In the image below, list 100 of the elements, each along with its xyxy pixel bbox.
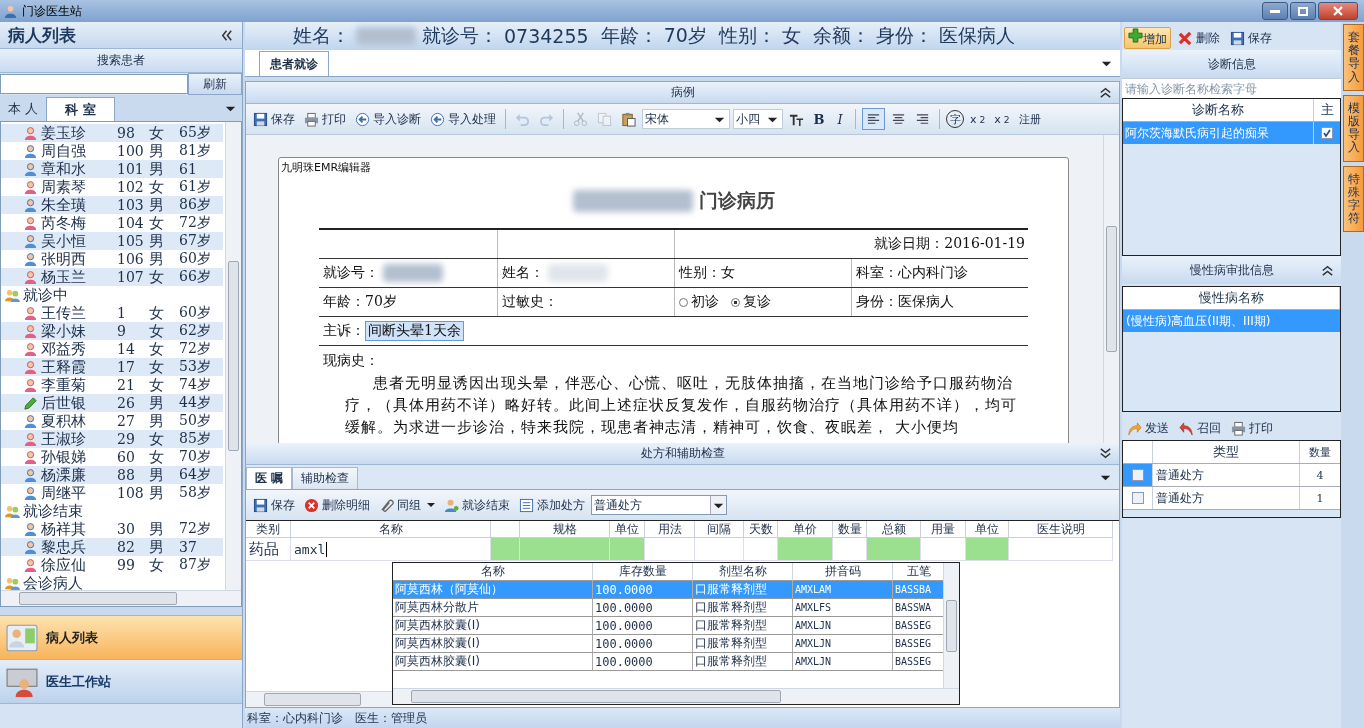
checkbox[interactable] (1131, 492, 1144, 504)
toolbar-button[interactable]: 打印 (301, 108, 349, 130)
patient-row[interactable]: 李重菊 21 女 74岁 (1, 376, 223, 394)
minimize-icon (1270, 9, 1280, 13)
align-button[interactable] (862, 108, 885, 130)
nav-button[interactable]: 医生工作站 (0, 660, 242, 704)
search-patients-button[interactable]: 搜索患者 (0, 48, 242, 73)
column-header[interactable]: 用法 (645, 521, 695, 538)
patient-row[interactable]: 后世银 26 男 44岁 (1, 394, 223, 412)
collapse-button[interactable] (219, 27, 234, 43)
patient-row[interactable]: 杨玉兰 107 女 66岁 (1, 268, 223, 286)
toolbar-button[interactable]: 删除明细 (301, 494, 373, 516)
toolbar-button[interactable]: 导入处理 (427, 108, 499, 130)
toolbar-button[interactable]: 增加 (1124, 27, 1171, 49)
side-tab[interactable]: 套餐导入 (1343, 24, 1364, 91)
patient-row[interactable]: 周素琴 102 女 61岁 (1, 178, 223, 196)
patient-row[interactable]: 黎忠兵 82 男 37 (1, 538, 223, 556)
patient-row[interactable]: 芮冬梅 104 女 72岁 (1, 214, 223, 232)
minimize-button[interactable] (1262, 2, 1288, 20)
side-tab[interactable]: 特殊字符 (1343, 165, 1364, 233)
toolbar-button[interactable]: 就诊结束 (441, 494, 513, 516)
nav-button[interactable]: 病人列表 (0, 616, 242, 660)
patient-row[interactable]: 王传兰 1 女 60岁 (1, 304, 223, 322)
column-header[interactable]: 数量 (1300, 441, 1340, 463)
format-button[interactable]: I (831, 108, 849, 130)
format-button[interactable]: B (810, 108, 828, 130)
collapse-button[interactable] (1098, 85, 1113, 100)
tab[interactable]: 科 室 (46, 97, 115, 121)
diagnosis-search-field[interactable]: 请输入诊断名称检索字母 (1122, 78, 1341, 98)
patient-row[interactable]: 周自强 100 男 81岁 (1, 142, 223, 160)
close-button[interactable] (1318, 2, 1358, 20)
horizontal-scrollbar[interactable] (393, 688, 959, 704)
toolbar-button[interactable]: 保存 (250, 494, 298, 516)
toolbar-button[interactable]: 召回 (1176, 417, 1224, 439)
toolbar-button[interactable]: 发送 (1124, 417, 1172, 439)
toolbar-button[interactable]: 打印 (1228, 417, 1276, 439)
side-tab[interactable]: 模版导入 (1343, 94, 1364, 162)
toolbar-button[interactable]: 删除 (1175, 27, 1223, 49)
patient-row[interactable]: 孙银娣 60 女 70岁 (1, 448, 223, 466)
tab[interactable]: 辅助检查 (292, 467, 359, 489)
toolbar-button[interactable]: 注册 (1015, 108, 1044, 130)
horizontal-scrollbar[interactable] (246, 691, 392, 707)
column-header[interactable]: 名称 (291, 521, 491, 538)
column-header[interactable]: 间隔 (695, 521, 744, 538)
patient-age: 60岁 (179, 304, 212, 322)
patient-row[interactable]: 张明西 106 男 60岁 (1, 250, 223, 268)
tab[interactable]: 患者就诊 (259, 51, 329, 76)
vertical-scrollbar[interactable] (225, 122, 241, 590)
column-header[interactable]: 医生说明 (1009, 521, 1113, 538)
toolbar-button[interactable]: 导入诊断 (352, 108, 424, 130)
refresh-button[interactable]: 刷新 (188, 73, 242, 95)
patient-row[interactable]: 夏积林 27 男 50岁 (1, 412, 223, 430)
font-dropdown[interactable]: 宋体 (642, 109, 730, 129)
toolbar-button[interactable]: 同组 (376, 494, 438, 516)
vertical-scrollbar[interactable] (1103, 135, 1119, 443)
patient-row[interactable]: 王释霞 17 女 53岁 (1, 358, 223, 376)
patient-row[interactable]: 周继平 108 男 58岁 (1, 484, 223, 502)
column-header[interactable]: 类型 (1153, 441, 1300, 463)
column-header[interactable]: 诊断名称 (1123, 99, 1314, 121)
collapse-button[interactable] (1320, 263, 1335, 278)
vertical-scrollbar[interactable] (943, 563, 959, 688)
search-field[interactable] (0, 74, 188, 94)
checkbox[interactable] (1131, 469, 1144, 481)
toolbar-button[interactable]: 添加处方 (516, 494, 588, 516)
patient-row[interactable]: 朱全璜 103 男 86岁 (1, 196, 223, 214)
column-header[interactable]: 类别 (246, 521, 291, 538)
tree-group[interactable]: 就诊中 (1, 286, 225, 304)
column-header[interactable]: 慢性病名称 (1123, 287, 1340, 309)
checkbox[interactable] (1321, 127, 1333, 139)
patient-row[interactable]: 邓益秀 14 女 72岁 (1, 340, 223, 358)
tree-group[interactable]: 就诊结束 (1, 502, 225, 520)
tab[interactable]: 医 嘱 (246, 467, 293, 489)
patient-row[interactable]: 吴小恒 105 男 67岁 (1, 232, 223, 250)
tab[interactable]: 本 人 (0, 97, 47, 121)
maximize-button[interactable] (1290, 2, 1316, 20)
column-header[interactable]: 用量 (921, 521, 966, 538)
column-header[interactable]: 数量 (833, 521, 867, 538)
patient-row[interactable]: 杨祥其 30 男 72岁 (1, 520, 223, 538)
splitter-grip[interactable] (0, 607, 242, 616)
horizontal-scrollbar[interactable] (1, 590, 241, 606)
column-header[interactable]: 天数 (744, 521, 778, 538)
tree-group[interactable]: 会诊病人 (1, 574, 225, 590)
table-cell[interactable]: amxl (291, 538, 491, 561)
patient-row[interactable]: 王淑珍 29 女 85岁 (1, 430, 223, 448)
patient-row[interactable]: 杨溧廉 88 男 64岁 (1, 466, 223, 484)
patient-row[interactable]: 章和水 101 男 61 (1, 160, 223, 178)
patient-row[interactable]: 徐应仙 99 女 87岁 (1, 556, 223, 574)
patient-row[interactable]: 梁小妹 9 女 62岁 (1, 322, 223, 340)
row-selector[interactable] (1123, 464, 1153, 486)
expand-button[interactable] (1098, 446, 1113, 461)
size-dropdown[interactable]: 小四 (733, 109, 783, 129)
radio-button[interactable] (731, 297, 740, 307)
column-header[interactable]: 主 (1314, 99, 1340, 121)
patient-row[interactable]: 姜玉珍 98 女 65岁 (1, 124, 223, 142)
toolbar-button[interactable]: 保存 (1227, 27, 1275, 49)
pinyin-code: AMXLFS (793, 599, 893, 616)
radio-option[interactable]: 初诊 (679, 293, 719, 311)
radio-option[interactable]: 复诊 (731, 293, 771, 311)
prescription-type-dropdown[interactable]: 普通处方 (591, 495, 727, 515)
toolbar-button[interactable]: 保存 (250, 108, 298, 130)
